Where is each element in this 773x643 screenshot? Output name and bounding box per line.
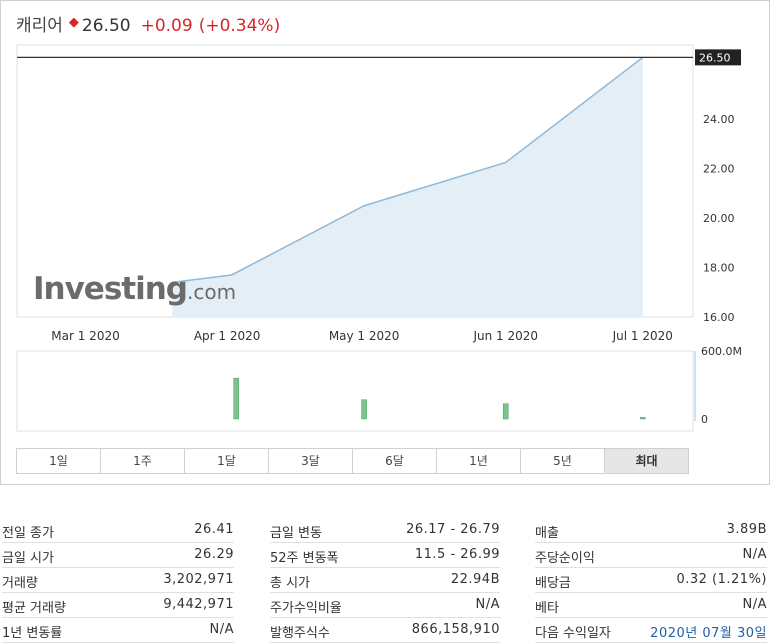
stat-label: 거래량	[2, 572, 38, 591]
stat-value: 866,158,910	[412, 622, 500, 637]
stat-label: 금일 변동	[270, 522, 322, 541]
stat-row: 52주 변동폭 11.5 - 26.99	[270, 543, 500, 568]
stat-label: 매출	[535, 522, 559, 541]
stat-row: 평균 거래량 9,442,971	[2, 593, 234, 618]
x-tick-label: May 1 2020	[329, 329, 400, 343]
stat-value: N/A	[476, 597, 501, 612]
price-chart[interactable]: 26.50 16.00 18.00 20.00 22.00 24.00 Mar 1 2020…	[1, 1, 769, 441]
price-area	[172, 57, 642, 317]
stat-value: 9,442,971	[163, 597, 234, 612]
stat-label: 52주 변동폭	[270, 547, 339, 566]
x-tick-label: Jun 1 2020	[472, 329, 538, 343]
x-tick-label: Mar 1 2020	[51, 329, 119, 343]
y-tick-label: 24.00	[703, 113, 735, 126]
volume-bar	[234, 378, 239, 419]
stat-label: 평균 거래량	[2, 597, 66, 616]
chart-panel: 캐리어 ◆ 26.50 +0.09 (+0.34%) 26.5016.0018.…	[0, 0, 770, 485]
volume-bar	[640, 417, 645, 419]
stat-row: 거래량 3,202,971	[2, 568, 234, 593]
x-tick-label: Apr 1 2020	[194, 329, 261, 343]
period-tab[interactable]: 3달	[269, 449, 353, 473]
period-tab[interactable]: 5년	[521, 449, 605, 473]
period-tabs: 1일1주1달3달6달1년5년최대	[16, 448, 689, 474]
stat-row: 전일 종가 26.41	[2, 518, 234, 543]
last-price-tag-label: 26.50	[699, 51, 731, 64]
period-tab[interactable]: 1주	[101, 449, 185, 473]
volume-tick-label: 600.0M	[701, 345, 742, 358]
stat-label: 금일 시가	[2, 547, 54, 566]
stat-row: 발행주식수 866,158,910	[270, 618, 500, 643]
period-tab[interactable]: 1년	[437, 449, 521, 473]
period-tab[interactable]: 1달	[185, 449, 269, 473]
stat-row: 금일 시가 26.29	[2, 543, 234, 568]
stats-column-1: 전일 종가 26.41 금일 시가 26.29 거래량 3,202,971 평균 거래량 9,…	[2, 518, 234, 643]
stat-value: 22.94B	[451, 572, 500, 587]
volume-bar	[503, 404, 508, 419]
y-tick-label: 20.00	[703, 212, 735, 225]
stat-row: 주당순이익 N/A	[535, 543, 767, 568]
y-tick-label: 16.00	[703, 311, 735, 324]
volume-bar	[362, 400, 367, 419]
stat-label: 주가수익비율	[270, 597, 342, 616]
x-tick-label: Jul 1 2020	[612, 329, 673, 343]
investing-watermark: Investing.com	[33, 271, 236, 307]
stat-value: 3,202,971	[163, 572, 234, 587]
stat-label: 다음 수익일자	[535, 622, 611, 641]
period-tab[interactable]: 최대	[605, 449, 688, 473]
stat-row: 매출 3.89B	[535, 518, 767, 543]
stat-value: 3.89B	[727, 522, 767, 537]
stat-value: N/A	[210, 622, 235, 637]
stats-column-2: 금일 변동 26.17 - 26.79 52주 변동폭 11.5 - 26.99 총 시…	[270, 518, 500, 643]
volume-tick-label: 0	[701, 413, 708, 426]
stat-value: N/A	[743, 597, 768, 612]
stat-label: 베타	[535, 597, 559, 616]
stat-row: 총 시가 22.94B	[270, 568, 500, 593]
stat-label: 배당금	[535, 572, 571, 591]
stat-row: 금일 변동 26.17 - 26.79	[270, 518, 500, 543]
stat-row: 다음 수익일자 2020년 07월 30일	[535, 618, 767, 643]
stat-label: 주당순이익	[535, 547, 595, 566]
stat-label: 전일 종가	[2, 522, 54, 541]
period-tab[interactable]: 1일	[17, 449, 101, 473]
stat-value: 0.32 (1.21%)	[676, 572, 767, 587]
earnings-date-link[interactable]: 2020년 07월 30일	[650, 622, 767, 641]
stat-label: 총 시가	[270, 572, 310, 591]
stat-row: 베타 N/A	[535, 593, 767, 618]
stat-value: 11.5 - 26.99	[415, 547, 500, 562]
stat-row: 배당금 0.32 (1.21%)	[535, 568, 767, 593]
stat-value: 26.41	[194, 522, 234, 537]
stat-value: 26.17 - 26.79	[406, 522, 500, 537]
stat-row: 주가수익비율 N/A	[270, 593, 500, 618]
period-tab[interactable]: 6달	[353, 449, 437, 473]
stat-label: 발행주식수	[270, 622, 330, 641]
stat-value: N/A	[743, 547, 768, 562]
y-tick-label: 22.00	[703, 163, 735, 176]
stat-row: 1년 변동률 N/A	[2, 618, 234, 643]
stat-value: 26.29	[194, 547, 234, 562]
stats-column-3: 매출 3.89B 주당순이익 N/A 배당금 0.32 (1.21%) 베타 N/A 다음 수익…	[535, 518, 767, 643]
y-tick-label: 18.00	[703, 262, 735, 275]
volume-frame	[17, 351, 693, 431]
stat-label: 1년 변동률	[2, 622, 62, 641]
